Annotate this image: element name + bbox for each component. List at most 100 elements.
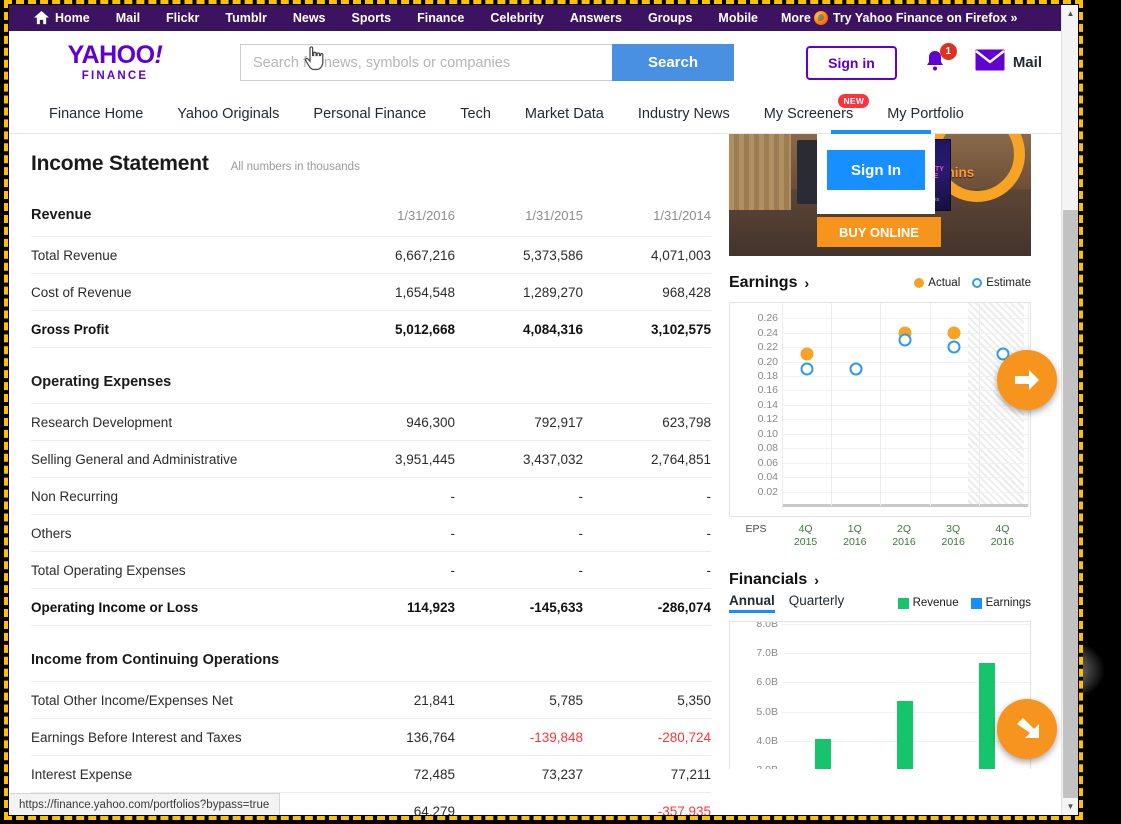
earnings-x-axis-line bbox=[782, 504, 1028, 507]
ad-sign-in-button[interactable]: Sign In bbox=[827, 150, 925, 190]
subnav-tech[interactable]: Tech bbox=[460, 106, 491, 122]
nav-groups[interactable]: Groups bbox=[635, 5, 705, 31]
page-scrollbar[interactable]: ▲ ▼ bbox=[1061, 5, 1078, 815]
gridline-vertical bbox=[782, 303, 783, 506]
nav-celebrity[interactable]: Celebrity bbox=[477, 5, 557, 31]
earnings-x-axis-labels: EPS 4Q 2015 1Q 2016 2Q 2016 3Q 2016 4Q 2016 bbox=[729, 517, 1031, 557]
row-value bbox=[455, 793, 583, 816]
legend-earnings-swatch-icon bbox=[970, 597, 982, 609]
nav-more-group[interactable]: More Try Yahoo Finance on Firefox » bbox=[771, 5, 1017, 31]
row-value: 946,300 bbox=[406, 415, 455, 430]
scroll-up-arrow-icon[interactable]: ▲ bbox=[1062, 5, 1078, 22]
nav-home[interactable]: Home bbox=[21, 5, 103, 31]
nav-answers[interactable]: Answers bbox=[557, 5, 635, 31]
subnav-personal-finance[interactable]: Personal Finance bbox=[313, 106, 426, 122]
search-input[interactable] bbox=[240, 44, 612, 81]
row-value: 6,667,216 bbox=[394, 248, 455, 263]
row-value: 4,084,316 bbox=[522, 322, 583, 337]
scrollbar-thumb[interactable] bbox=[1063, 210, 1078, 810]
row-value: -357,935 bbox=[657, 804, 711, 815]
nav-mobile[interactable]: Mobile bbox=[705, 5, 771, 31]
gridline-horizontal bbox=[782, 448, 1030, 450]
chevron-right-icon: › bbox=[804, 275, 810, 291]
legend-estimate-label: Estimate bbox=[986, 277, 1031, 289]
advertisement-banner[interactable]: en in 8 hrs and 23 mins TOTAL SECURITY M… bbox=[729, 134, 1031, 256]
row-label: Others bbox=[31, 526, 72, 541]
subnav-finance-home[interactable]: Finance Home bbox=[49, 106, 143, 122]
mail-button[interactable]: Mail bbox=[975, 49, 1042, 76]
data-point-estimate[interactable] bbox=[800, 362, 814, 376]
subnav-industry-news[interactable]: Industry News bbox=[638, 106, 730, 122]
row-label: Gross Profit bbox=[31, 322, 110, 337]
nav-mail[interactable]: Mail bbox=[103, 5, 153, 31]
site-header: YAHOO! FINANCE Search Sign in 1 bbox=[9, 31, 1078, 94]
y-axis-tick-label: 7.0B bbox=[756, 647, 778, 660]
bar-revenue[interactable] bbox=[897, 700, 913, 769]
row-value: - bbox=[450, 526, 456, 541]
notifications-button[interactable]: 1 bbox=[923, 42, 957, 78]
gridline-horizontal bbox=[782, 653, 1030, 655]
y-axis-tick-label: 0.04 bbox=[757, 471, 778, 484]
bar-revenue[interactable] bbox=[815, 738, 831, 769]
tab-annual[interactable]: Annual bbox=[729, 593, 775, 613]
y-axis-tick-label: 0.06 bbox=[757, 456, 778, 469]
row-label: Total Revenue bbox=[31, 248, 118, 263]
firefox-promo-link[interactable]: Try Yahoo Finance on Firefox » bbox=[833, 5, 1018, 31]
sign-in-button[interactable]: Sign in bbox=[806, 45, 897, 80]
data-point-actual[interactable] bbox=[800, 347, 814, 361]
nav-news[interactable]: News bbox=[280, 5, 339, 31]
table-section-header: Operating Expenses bbox=[31, 348, 711, 404]
y-axis-tick-label: 0.16 bbox=[757, 384, 778, 397]
table-row: Interest Expense 72,485 73,237 77,211 bbox=[31, 756, 711, 793]
ad-buy-online-button[interactable]: BUY ONLINE bbox=[817, 217, 941, 247]
earnings-title: Earnings bbox=[729, 274, 798, 291]
financials-next-arrow[interactable] bbox=[997, 699, 1057, 759]
table-row: Total Revenue 6,667,216 5,373,586 4,071,… bbox=[31, 237, 711, 274]
nav-sports[interactable]: Sports bbox=[339, 5, 405, 31]
row-label: Total Operating Expenses bbox=[31, 563, 186, 578]
search-area: Search bbox=[240, 44, 734, 81]
data-point-actual[interactable] bbox=[947, 326, 961, 340]
column-header-period-1: 1/31/2016 bbox=[397, 207, 455, 223]
tab-quarterly[interactable]: Quarterly bbox=[789, 593, 845, 610]
row-value: 2,764,851 bbox=[650, 452, 711, 467]
subnav-yahoo-originals[interactable]: Yahoo Originals bbox=[177, 106, 279, 122]
data-point-estimate[interactable] bbox=[898, 333, 912, 347]
table-section-header: Income from Continuing Operations bbox=[31, 626, 711, 682]
nav-tumblr[interactable]: Tumblr bbox=[212, 5, 279, 31]
row-value: - bbox=[578, 526, 584, 541]
scroll-down-arrow-icon[interactable]: ▼ bbox=[1062, 798, 1078, 815]
table-row: Total Other Income/Expenses Net 21,841 5… bbox=[31, 682, 711, 719]
row-value: 792,917 bbox=[534, 415, 583, 430]
row-value: - bbox=[706, 563, 712, 578]
table-header-row: Revenue 1/31/2016 1/31/2015 1/31/2014 bbox=[31, 196, 711, 237]
search-button[interactable]: Search bbox=[612, 44, 734, 81]
subnav-my-screeners-label: My Screeners bbox=[763, 105, 854, 122]
header-right-group: Sign in 1 Mail bbox=[806, 42, 1058, 80]
gridline-horizontal bbox=[782, 624, 1030, 625]
bar-revenue[interactable] bbox=[979, 662, 995, 769]
legend-earnings-label: Earnings bbox=[985, 597, 1031, 609]
data-point-estimate[interactable] bbox=[947, 340, 961, 354]
row-value: 3,437,032 bbox=[522, 452, 583, 467]
yahoo-finance-logo[interactable]: YAHOO! FINANCE bbox=[45, 42, 185, 83]
subnav-my-portfolio[interactable]: My Portfolio bbox=[887, 106, 964, 122]
row-value: 64,279 bbox=[413, 804, 455, 815]
page-title: Income Statement bbox=[31, 152, 209, 175]
nav-finance[interactable]: Finance bbox=[404, 5, 477, 31]
row-value: 73,237 bbox=[541, 767, 583, 782]
nav-flickr[interactable]: Flickr bbox=[153, 5, 212, 31]
mail-label: Mail bbox=[1012, 54, 1042, 71]
legend-item-estimate: Estimate bbox=[972, 277, 1031, 289]
subnav-my-screeners[interactable]: My Screeners NEW bbox=[763, 93, 870, 122]
y-axis-tick-label: 8.0B bbox=[756, 621, 778, 630]
earnings-next-arrow[interactable] bbox=[997, 350, 1057, 410]
chevron-right-icon: › bbox=[814, 572, 819, 588]
financials-title-link[interactable]: Financials › bbox=[729, 571, 1031, 589]
earnings-title-link[interactable]: Earnings › bbox=[729, 274, 809, 292]
column-header-period-3: 1/31/2014 bbox=[653, 207, 711, 223]
data-point-estimate[interactable] bbox=[849, 362, 863, 376]
home-icon bbox=[34, 11, 49, 25]
subnav-market-data[interactable]: Market Data bbox=[525, 106, 604, 122]
legend-estimate-marker-icon bbox=[972, 278, 983, 288]
